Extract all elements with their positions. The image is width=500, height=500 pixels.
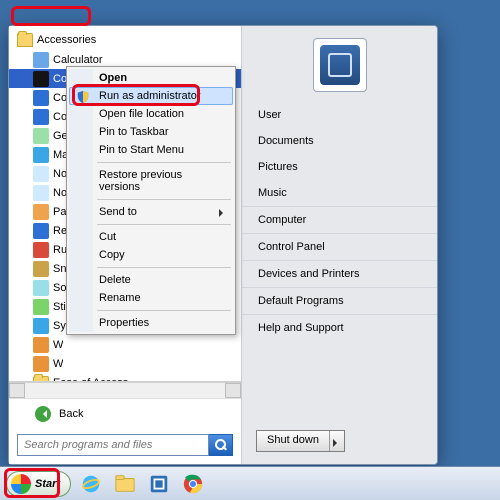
context-menu: Open Run as administrator Open file loca… [66, 66, 236, 335]
start-menu-right: UserDocumentsPicturesMusicComputerContro… [241, 26, 437, 464]
right-pane-link[interactable]: Computer [242, 207, 437, 234]
app-icon [33, 280, 49, 296]
folder-icon [17, 33, 33, 47]
subfolder-item[interactable]: Ease of Access [9, 373, 241, 382]
program-label: W [53, 336, 63, 354]
app-icon [33, 242, 49, 258]
start-button[interactable]: Start [6, 471, 71, 497]
shutdown-button[interactable]: Shut down [256, 430, 345, 452]
shield-icon [76, 90, 90, 104]
horizontal-scrollbar[interactable] [9, 382, 241, 398]
ctx-cut[interactable]: Cut [69, 228, 233, 246]
user-tile[interactable] [313, 38, 367, 92]
right-pane-link[interactable]: Music [242, 180, 437, 207]
program-label: Sn [53, 260, 66, 278]
right-pane-link[interactable]: Help and Support [242, 315, 437, 341]
ctx-copy[interactable]: Copy [69, 246, 233, 264]
right-pane-link[interactable]: Documents [242, 128, 437, 154]
taskbar-chrome-icon[interactable] [179, 471, 207, 497]
right-pane-link[interactable]: Default Programs [242, 288, 437, 315]
program-label: No [53, 184, 67, 202]
taskbar: Start [0, 466, 500, 500]
ctx-delete[interactable]: Delete [69, 271, 233, 289]
app-icon [33, 90, 49, 106]
shutdown-menu-arrow[interactable] [330, 431, 344, 451]
right-pane-link[interactable]: Devices and Printers [242, 261, 437, 288]
highlight-accessories [11, 6, 91, 26]
app-icon [33, 299, 49, 315]
app-icon [33, 147, 49, 163]
user-tile-icon [320, 45, 360, 85]
taskbar-explorer-icon[interactable] [111, 471, 139, 497]
start-label: Start [35, 478, 60, 490]
app-icon [33, 337, 49, 353]
program-label: Co [53, 108, 67, 126]
ctx-open[interactable]: Open [69, 69, 233, 87]
program-label: Ru [53, 241, 67, 259]
program-item[interactable]: W [9, 354, 241, 373]
right-pane-link[interactable]: Control Panel [242, 234, 437, 261]
ctx-send-to[interactable]: Send to [69, 203, 233, 221]
program-item[interactable]: W [9, 335, 241, 354]
app-icon [33, 128, 49, 144]
program-label: Co [53, 89, 67, 107]
app-icon [33, 185, 49, 201]
taskbar-ie-icon[interactable] [77, 471, 105, 497]
app-icon [33, 261, 49, 277]
ctx-properties[interactable]: Properties [69, 314, 233, 332]
folder-label: Accessories [37, 31, 96, 49]
ctx-run-as-admin[interactable]: Run as administrator [69, 87, 233, 105]
ctx-restore[interactable]: Restore previous versions [69, 166, 233, 196]
search-button[interactable] [209, 434, 233, 456]
program-label: So [53, 279, 66, 297]
taskbar-app-icon[interactable] [145, 471, 173, 497]
accessories-folder[interactable]: Accessories [9, 30, 241, 50]
subfolder-label: Ease of Access [53, 374, 128, 383]
program-label: Pa [53, 203, 66, 221]
back-arrow-icon [35, 406, 51, 422]
search-input[interactable] [17, 434, 209, 456]
ctx-pin-taskbar[interactable]: Pin to Taskbar [69, 123, 233, 141]
program-label: Re [53, 222, 67, 240]
ctx-open-location[interactable]: Open file location [69, 105, 233, 123]
back-button[interactable]: Back [9, 398, 241, 428]
windows-orb-icon [11, 474, 31, 494]
program-label: No [53, 165, 67, 183]
program-label: W [53, 355, 63, 373]
right-pane-link[interactable]: User [242, 102, 437, 128]
submenu-arrow-icon [219, 209, 227, 217]
right-pane-link[interactable]: Pictures [242, 154, 437, 180]
app-icon [33, 166, 49, 182]
app-icon [33, 204, 49, 220]
program-label: Sti [53, 298, 66, 316]
app-icon [33, 318, 49, 334]
program-label: Sy [53, 317, 66, 335]
back-label: Back [59, 408, 83, 420]
search-wrap [9, 428, 241, 464]
shutdown-label: Shut down [257, 431, 330, 451]
app-icon [33, 71, 49, 87]
app-icon [33, 356, 49, 372]
app-icon [33, 223, 49, 239]
right-links: UserDocumentsPicturesMusicComputerContro… [242, 102, 437, 420]
ctx-rename[interactable]: Rename [69, 289, 233, 307]
ctx-pin-start[interactable]: Pin to Start Menu [69, 141, 233, 159]
app-icon [33, 109, 49, 125]
app-icon [33, 52, 49, 68]
